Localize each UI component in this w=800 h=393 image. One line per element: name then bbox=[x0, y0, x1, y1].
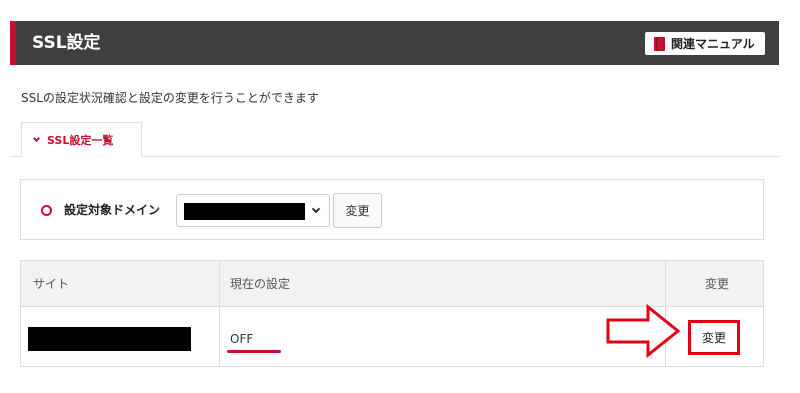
column-header-change: 変更 bbox=[705, 277, 730, 291]
page-header: SSL設定 関連マニュアル bbox=[10, 21, 779, 65]
chevron-down-icon bbox=[32, 134, 41, 142]
page-title: SSL設定 bbox=[32, 33, 101, 53]
book-icon bbox=[654, 36, 665, 51]
redacted-domain-value bbox=[184, 203, 305, 220]
table-header: サイト 現在の設定 変更 bbox=[21, 261, 763, 307]
related-manual-label: 関連マニュアル bbox=[671, 37, 755, 51]
row-change-button[interactable]: 変更 bbox=[688, 320, 740, 355]
pointer-arrow-icon bbox=[606, 303, 681, 359]
chevron-down-icon bbox=[311, 204, 321, 214]
column-header-current-setting: 現在の設定 bbox=[230, 277, 291, 291]
column-header-site: サイト bbox=[33, 277, 70, 291]
domain-selector-panel: 設定対象ドメイン 変更 bbox=[20, 179, 764, 240]
tab-label: SSL設定一覧 bbox=[47, 133, 114, 147]
page-description: SSLの設定状況確認と設定の変更を行うことができます bbox=[21, 91, 319, 105]
domain-select[interactable] bbox=[176, 194, 330, 227]
circle-marker-icon bbox=[41, 205, 52, 216]
redacted-site-name bbox=[28, 327, 191, 351]
domain-selector-label: 設定対象ドメイン bbox=[64, 203, 161, 217]
domain-change-button[interactable]: 変更 bbox=[333, 193, 382, 228]
highlight-underline bbox=[227, 350, 281, 353]
current-setting-value: OFF bbox=[230, 332, 254, 346]
tab-ssl-settings-list[interactable]: SSL設定一覧 bbox=[21, 122, 142, 157]
column-divider bbox=[219, 261, 220, 366]
related-manual-button[interactable]: 関連マニュアル bbox=[645, 32, 765, 55]
